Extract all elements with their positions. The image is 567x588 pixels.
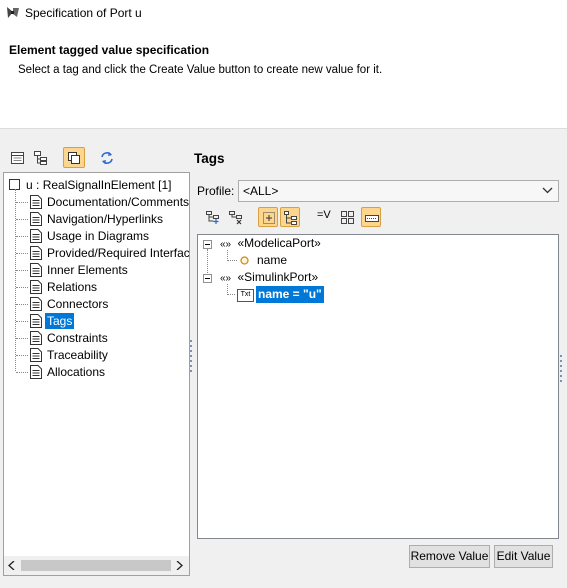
root-type: RealSignalInElement [1] — [42, 178, 172, 192]
tree-structure-icon — [34, 151, 47, 165]
scroll-right-icon[interactable] — [176, 561, 184, 570]
page-icon — [30, 246, 42, 260]
sidebar-item-label: Usage in Diagrams — [47, 229, 150, 243]
stereotype-icon: «» — [220, 239, 232, 250]
page-icon — [30, 229, 42, 243]
sidebar-item-label: Traceability — [47, 348, 108, 362]
stereotype-icon: «» — [220, 273, 232, 284]
tree-connector — [227, 294, 235, 295]
copy-windows-button[interactable] — [63, 147, 85, 168]
tree-connector — [16, 372, 28, 373]
scroll-left-icon[interactable] — [8, 561, 16, 570]
compact-view-icon — [365, 215, 379, 222]
tree-connector — [227, 284, 228, 293]
copy-windows-icon — [68, 152, 80, 164]
tree-connector — [16, 236, 28, 237]
page-icon — [30, 263, 42, 277]
group-label: «SimulinkPort» — [237, 270, 319, 284]
root-separator: : — [32, 178, 43, 192]
sidebar-item-label: Inner Elements — [47, 263, 128, 277]
collapse-modelicaport-toggle[interactable] — [203, 240, 212, 249]
page-icon — [30, 297, 42, 311]
scroll-thumb[interactable] — [21, 560, 171, 571]
page-icon — [30, 212, 42, 226]
chevron-down-icon — [542, 187, 553, 194]
grid-view-button[interactable] — [338, 207, 358, 227]
tree-connector — [15, 189, 16, 371]
dialog-header: Element tagged value specification Selec… — [0, 28, 567, 128]
collapse-simulinkport-toggle[interactable] — [203, 274, 212, 283]
create-value-button[interactable] — [203, 207, 223, 227]
specification-categories-tree: u : RealSignalInElement [1] Documentatio… — [3, 172, 190, 576]
tree-connector — [16, 202, 28, 203]
tags-tree: «» «ModelicaPort» name «» «SimulinkPort»… — [197, 234, 559, 539]
tree-connector — [16, 338, 28, 339]
properties-list-button[interactable] — [8, 148, 28, 168]
tree-structure-button[interactable] — [31, 148, 51, 168]
page-icon — [30, 280, 42, 294]
sidebar-item-label: Navigation/Hyperlinks — [47, 212, 164, 226]
port-spec-icon — [7, 7, 19, 18]
left-horizontal-scrollbar[interactable] — [4, 556, 189, 575]
refresh-button[interactable] — [97, 148, 117, 168]
properties-list-icon — [11, 152, 24, 164]
page-icon — [30, 365, 42, 379]
sidebar-item-label: Tags — [45, 313, 75, 329]
page-icon — [30, 195, 42, 209]
root-name: u — [26, 178, 33, 192]
refresh-icon — [101, 152, 113, 164]
tree-connector — [16, 355, 28, 356]
tree-connector — [16, 321, 28, 322]
remove-value-icon — [229, 211, 242, 225]
expand-all-icon — [263, 212, 275, 224]
header-title: Element tagged value specification — [9, 43, 210, 57]
tag-label: name — [257, 253, 288, 267]
show-values-button[interactable]: =V — [314, 207, 334, 227]
page-icon — [30, 331, 42, 345]
tree-group-modelicaport[interactable]: «» «ModelicaPort» — [220, 235, 321, 252]
tags-title: Tags — [194, 151, 225, 166]
window-title: Specification of Port u — [25, 6, 142, 20]
collapse-all-button[interactable] — [280, 207, 300, 227]
tree-connector — [227, 260, 237, 261]
expand-all-button[interactable] — [258, 207, 278, 227]
tree-connector — [16, 219, 28, 220]
group-label: «ModelicaPort» — [237, 236, 321, 250]
remove-value-button[interactable] — [226, 207, 246, 227]
sidebar-item-label: Relations — [47, 280, 98, 294]
edit-value-button[interactable]: Edit Value — [494, 545, 553, 568]
text-value-icon: Txt — [237, 289, 254, 302]
sidebar-item-label: Connectors — [47, 297, 109, 311]
sidebar-item-label: Allocations — [47, 365, 106, 379]
create-value-icon — [206, 211, 219, 224]
tree-connector — [227, 250, 228, 259]
panel-splitter[interactable] — [190, 340, 193, 380]
collapse-all-icon — [284, 211, 297, 225]
property-circle-icon — [240, 256, 249, 265]
right-splitter[interactable] — [560, 355, 563, 395]
root-label: u : RealSignalInElement [1] — [26, 177, 171, 193]
grid-view-icon — [341, 211, 354, 224]
tree-group-simulinkport[interactable]: «» «SimulinkPort» — [220, 269, 318, 286]
header-description: Select a tag and click the Create Value … — [18, 64, 383, 76]
show-values-label: =V — [317, 209, 331, 221]
sidebar-item-label: Documentation/Comments — [47, 195, 190, 209]
title-bar: Specification of Port u — [0, 0, 567, 28]
page-icon — [30, 314, 42, 328]
tree-connector — [16, 270, 28, 271]
tree-connector — [16, 253, 28, 254]
remove-value-action-button[interactable]: Remove Value — [409, 545, 490, 568]
tree-connector — [16, 304, 28, 305]
page-icon — [30, 348, 42, 362]
tag-value-label-selected: name = "u" — [256, 286, 324, 303]
tree-connector — [16, 287, 28, 288]
sidebar-item-label: Provided/Required Interfaces — [47, 246, 190, 260]
profile-label: Profile: — [197, 184, 235, 198]
sidebar-item-label: Constraints — [47, 331, 108, 345]
compact-view-button[interactable] — [361, 207, 381, 227]
profile-dropdown[interactable]: <ALL> — [238, 180, 559, 202]
profile-value: <ALL> — [243, 184, 279, 198]
